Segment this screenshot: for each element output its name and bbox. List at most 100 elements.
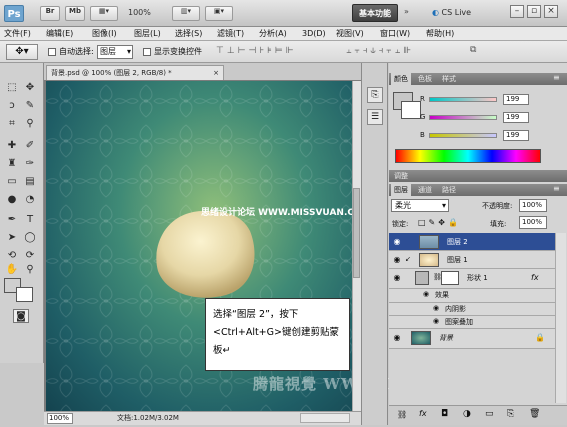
menu-view[interactable]: 视图(V) [336,28,364,40]
green-slider[interactable] [429,115,497,120]
screen-mode-dropdown[interactable]: ▣▾ [205,6,233,21]
align-buttons-group[interactable]: ⊤⊥⊢⊣⊦⊧⊨⊩ [216,46,336,58]
workspace-switcher[interactable]: 基本功能 [352,4,398,22]
tab-color[interactable]: 颜色 [391,73,411,85]
menu-layer[interactable]: 图层(L) [134,28,161,40]
effect-eye-icon[interactable]: ◉ [433,304,439,312]
menu-select[interactable]: 选择(S) [175,28,202,40]
opacity-field[interactable]: 100% [519,199,547,212]
eye-icon[interactable]: ◉ [392,255,402,265]
tab-channels[interactable]: 通道 [415,184,435,196]
color-panel-background-swatch[interactable] [401,101,421,119]
auto-select-checkbox[interactable] [48,48,56,56]
tab-styles[interactable]: 样式 [439,73,459,85]
panel-menu-icon[interactable]: ≡ [553,73,560,82]
menu-window[interactable]: 窗口(W) [380,28,410,40]
close-tab-icon[interactable]: × [213,66,219,80]
blue-value-field[interactable]: 199 [503,130,529,141]
move-tool-icon[interactable]: ✥ [22,81,38,95]
show-transform-checkbox[interactable] [143,48,151,56]
new-layer-icon[interactable]: ⎘ [507,409,514,419]
layer-row-shape1[interactable]: ◉ ⛓ 形状 1 fx [389,269,555,289]
workspace-more-icon[interactable]: » [404,7,409,16]
distribute-buttons-group[interactable]: ⫠⫟⫞⫝⫞⫟⫠⊪ [346,46,464,58]
zoom-level-dropdown[interactable]: 100% [128,8,151,17]
history-panel-icon[interactable]: ⎘ [367,87,383,103]
zoom-status-field[interactable]: 100% [47,413,73,424]
close-button[interactable]: × [544,5,558,18]
add-mask-icon[interactable]: ◘ [441,409,448,419]
tab-adjustments[interactable]: 调整 [391,170,411,182]
blur-tool-icon[interactable]: ● [4,193,20,207]
eye-icon[interactable]: ◉ [392,333,402,343]
arrange-documents-dropdown[interactable]: ▥▾ [172,6,200,21]
new-adjustment-layer-icon[interactable]: ◑ [463,409,471,419]
effects-group-row[interactable]: ◉ 效果 [389,289,555,303]
layers-scrollbar[interactable] [555,233,566,403]
background-color-swatch[interactable] [16,287,33,302]
mini-bridge-button[interactable]: Mb [65,6,85,21]
horizontal-scrollbar[interactable] [300,413,350,423]
history-brush-tool-icon[interactable]: ✑ [22,157,38,171]
add-style-icon[interactable]: fx [419,409,427,418]
panel-menu-icon[interactable]: ≡ [553,184,560,193]
menu-filter[interactable]: 滤镜(T) [217,28,244,40]
clone-stamp-tool-icon[interactable]: ♜ [4,157,20,171]
eyedropper-tool-icon[interactable]: ⚲ [22,117,38,131]
lasso-tool-icon[interactable]: ↄ [4,99,20,113]
gradient-tool-icon[interactable]: ▤ [22,175,38,189]
eraser-tool-icon[interactable]: ▭ [4,175,20,189]
brush-tool-icon[interactable]: ✐ [22,139,38,153]
cs-live-button[interactable]: ◐ CS Live [432,6,471,20]
menu-help[interactable]: 帮助(H) [426,28,454,40]
effect-pattern-overlay-row[interactable]: ◉ 图案叠加 [389,316,555,329]
healing-brush-tool-icon[interactable]: ✚ [4,139,20,153]
menu-file[interactable]: 文件(F) [4,28,31,40]
pen-tool-icon[interactable]: ✒ [4,213,20,227]
menu-3d[interactable]: 3D(D) [302,28,326,40]
layer-row-layer1[interactable]: ◉ ↙ 图层 1 [389,251,555,269]
marquee-tool-icon[interactable]: ⬚ [4,81,20,95]
tab-paths[interactable]: 路径 [439,184,459,196]
fx-icon[interactable]: fx [531,273,539,282]
effect-eye-icon[interactable]: ◉ [433,317,439,325]
hand-tool-icon[interactable]: ✋ [4,263,20,277]
delete-layer-icon[interactable]: 🗑 [529,409,540,419]
auto-select-target-dropdown[interactable]: 图层 ▾ [97,45,133,59]
layer-row-layer2[interactable]: ◉ 图层 2 [389,233,555,251]
dodge-tool-icon[interactable]: ◔ [22,193,38,207]
effect-inner-shadow-row[interactable]: ◉ 内阴影 [389,303,555,316]
zoom-tool-icon[interactable]: ⚲ [22,263,38,277]
menu-edit[interactable]: 编辑(E) [46,28,73,40]
red-slider[interactable] [429,97,497,102]
3d-orbit-tool-icon[interactable]: ⟳ [22,249,38,263]
effects-eye-icon[interactable]: ◉ [423,290,429,298]
tab-swatches[interactable]: 色板 [415,73,435,85]
shape-tool-icon[interactable]: ◯ [22,231,38,245]
new-group-icon[interactable]: ▭ [485,409,494,419]
quick-mask-icon[interactable]: ◙ [13,309,29,323]
green-value-field[interactable]: 199 [503,112,529,123]
menu-analysis[interactable]: 分析(A) [259,28,287,40]
tab-layers[interactable]: 图层 [391,184,411,196]
quick-select-tool-icon[interactable]: ✎ [22,99,38,113]
color-spectrum-bar[interactable] [395,149,541,163]
eye-icon[interactable]: ◉ [392,273,402,283]
3d-rotate-tool-icon[interactable]: ⟲ [4,249,20,263]
red-value-field[interactable]: 199 [503,94,529,105]
path-selection-tool-icon[interactable]: ➤ [4,231,20,245]
tool-preset-picker[interactable]: ✥▾ [6,44,38,60]
document-tab[interactable]: 背景.psd @ 100% (图层 2, RGB/8) * × [46,65,224,80]
auto-align-icon[interactable]: ⧉ [470,45,484,58]
link-layers-icon[interactable]: ⛓ [397,410,407,419]
restore-button[interactable]: ▫ [527,5,541,18]
eye-icon[interactable]: ◉ [392,237,402,247]
crop-tool-icon[interactable]: ⌗ [4,117,20,131]
minimize-button[interactable]: – [510,5,524,18]
properties-panel-icon[interactable]: ☰ [367,109,383,125]
blend-mode-dropdown[interactable]: 柔光 ▾ [391,199,449,212]
view-extras-dropdown[interactable]: ▦▾ [90,6,118,21]
fill-field[interactable]: 100% [519,216,547,229]
lock-buttons-group[interactable]: □✎✥🔒 [418,218,461,227]
type-tool-icon[interactable]: T [22,213,38,227]
